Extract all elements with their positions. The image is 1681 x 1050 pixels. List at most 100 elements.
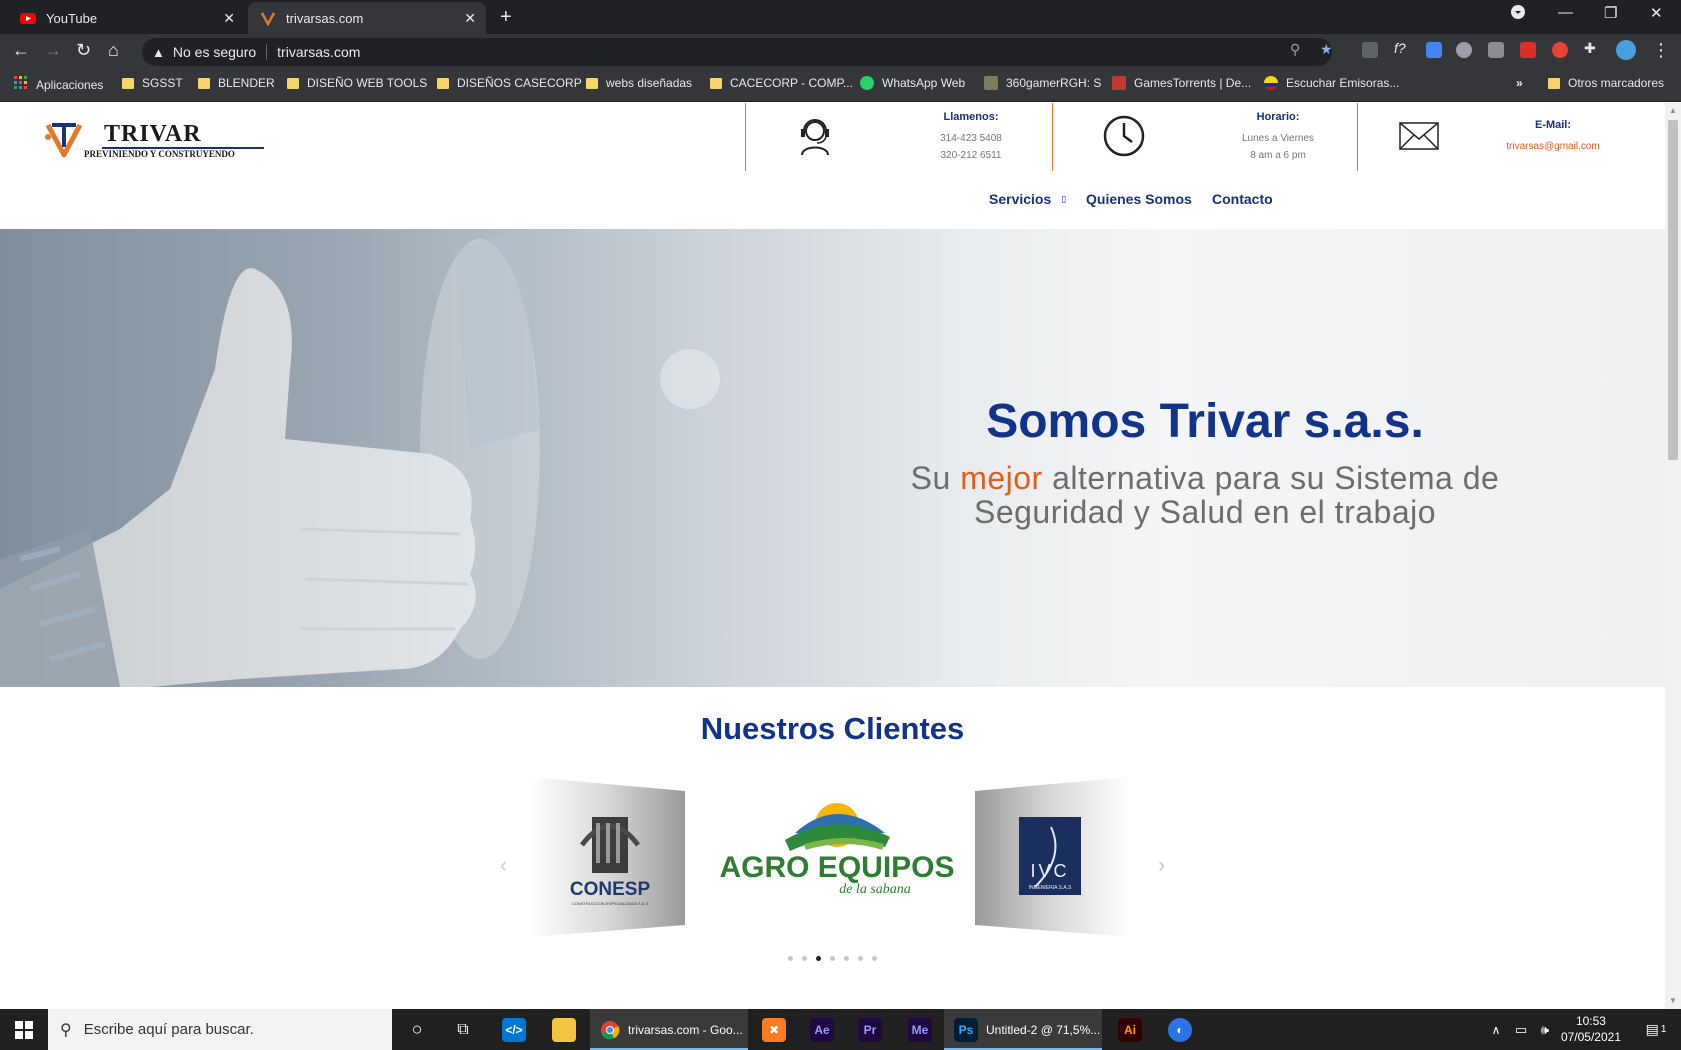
close-tab-icon[interactable]: ✕ xyxy=(223,10,235,27)
bookmark-gamestorrents[interactable]: GamesTorrents | De... xyxy=(1112,76,1251,90)
hero-subtitle: Su mejor alternativa para su Sistema de … xyxy=(910,460,1500,530)
security-status[interactable]: No es seguro xyxy=(173,44,256,60)
apps-grid-icon xyxy=(14,76,28,93)
folder-icon xyxy=(287,77,299,89)
bookmark-webs-disenadas[interactable]: webs diseñadas xyxy=(586,76,692,90)
browser-toolbar: ← → ↻ ⌂ ▲ No es seguro trivarsas.com ⚲ ★… xyxy=(0,34,1681,70)
clock-date: 07/05/2021 xyxy=(1560,1030,1621,1044)
task-view-icon[interactable]: ⧉ xyxy=(441,1009,485,1050)
extension-pen-icon[interactable] xyxy=(1362,42,1378,58)
network-icon[interactable]: ▭ xyxy=(1510,1009,1532,1050)
nav-quienes-somos[interactable]: Quienes Somos xyxy=(1086,191,1192,207)
agro-equipos-caption: de la sabana xyxy=(839,882,911,897)
bookmark-emisoras[interactable]: Escuchar Emisoras... xyxy=(1264,76,1399,90)
restore-icon[interactable]: ❐ xyxy=(1604,4,1617,22)
gear-extension-icon[interactable] xyxy=(1456,42,1472,58)
forward-icon[interactable]: → xyxy=(44,40,62,61)
more-menu-icon[interactable]: ⋮ xyxy=(1652,40,1670,61)
address-bar[interactable]: ▲ No es seguro trivarsas.com xyxy=(142,38,1332,66)
scroll-down-icon[interactable]: ▼ xyxy=(1669,996,1677,1005)
nav-contacto[interactable]: Contacto xyxy=(1212,191,1273,207)
agro-equipos-text: AGRO EQUIPOS xyxy=(719,851,954,884)
reload-icon[interactable]: ↻ xyxy=(76,40,91,61)
phone-info: Llamenos: 314-423 5408 320-212 6511 xyxy=(745,103,1052,171)
volume-icon[interactable]: 🕪 xyxy=(1534,1009,1556,1050)
cortana-icon[interactable]: ○ xyxy=(395,1009,439,1050)
font-extension-icon[interactable]: f? xyxy=(1394,40,1410,56)
tab-search-icon[interactable] xyxy=(1510,4,1526,24)
media-encoder-taskbar-icon[interactable]: Me xyxy=(896,1009,944,1050)
bookmark-blender[interactable]: BLENDER xyxy=(198,76,275,90)
phone-number-2[interactable]: 320-212 6511 xyxy=(916,147,1026,164)
client-logo-agro-equipos[interactable]: AGRO EQUIPOS de la sabana xyxy=(715,785,960,905)
photoshop-taskbar-item[interactable]: Ps Untitled-2 @ 71,5%... xyxy=(944,1009,1102,1050)
carousel-dot[interactable] xyxy=(788,956,793,961)
hand-extension-icon[interactable] xyxy=(1552,42,1568,58)
taskbar-search[interactable]: ⚲ Escribe aquí para buscar. xyxy=(48,1009,392,1050)
carousel-dot[interactable] xyxy=(858,956,863,961)
clients-title: Nuestros Clientes xyxy=(700,711,965,746)
bookmark-otros[interactable]: Otros marcadores xyxy=(1548,76,1664,90)
url-text[interactable]: trivarsas.com xyxy=(277,44,360,60)
bookmark-star-icon[interactable]: ★ xyxy=(1320,41,1333,58)
notifications-icon[interactable]: ▤ 1 xyxy=(1636,1009,1676,1050)
firefox-taskbar-icon[interactable]: ◐ xyxy=(1156,1009,1204,1050)
tab-trivarsas[interactable]: trivarsas.com ✕ xyxy=(248,2,486,34)
close-window-icon[interactable]: ✕ xyxy=(1650,4,1663,22)
client-logo-conesp[interactable]: CONESP CONSTRUCCION ESPECIALIZADA S.A.S xyxy=(530,777,685,937)
home-icon[interactable]: ⌂ xyxy=(108,40,119,61)
carousel-dot[interactable] xyxy=(802,956,807,961)
bookmark-diseno-web-tools[interactable]: DISEÑO WEB TOOLS xyxy=(287,76,427,90)
bookmark-cacecorp[interactable]: CACECORP - COMP... xyxy=(710,76,853,90)
tab-title: YouTube xyxy=(46,10,98,26)
windows-start-icon[interactable] xyxy=(0,1009,48,1050)
carousel-dot[interactable] xyxy=(830,956,835,961)
scrollbar-thumb[interactable] xyxy=(1668,120,1678,460)
close-tab-icon[interactable]: ✕ xyxy=(464,10,476,27)
logo-name: TRIVAR xyxy=(104,121,202,147)
system-clock[interactable]: 10:53 07/05/2021 xyxy=(1561,1013,1621,1045)
bookmark-overflow[interactable]: » xyxy=(1516,76,1523,90)
avatar[interactable] xyxy=(1616,40,1636,60)
vscode-taskbar-icon[interactable]: </> xyxy=(490,1009,538,1050)
extension-icon[interactable] xyxy=(1488,42,1504,58)
illustrator-taskbar-icon[interactable]: Ai xyxy=(1106,1009,1154,1050)
site-logo[interactable]: TRIVAR PREVINIENDO Y CONSTRUYENDO xyxy=(44,115,264,163)
puzzle-icon[interactable]: ✚ xyxy=(1584,40,1600,56)
email-link[interactable]: trivarsas@gmail.com xyxy=(1498,138,1608,155)
carousel-dot[interactable] xyxy=(872,956,877,961)
download-extension-icon[interactable] xyxy=(1426,42,1442,58)
chrome-taskbar-item[interactable]: trivarsas.com - Goo... xyxy=(590,1009,748,1050)
zoom-icon[interactable]: ⚲ xyxy=(1290,41,1300,58)
client-logo-ivc[interactable]: IVC INGENIERIA S.A.S xyxy=(975,777,1130,937)
page-scrollbar[interactable]: ▲ ▼ xyxy=(1665,103,1681,1009)
new-tab-icon[interactable]: + xyxy=(500,6,512,29)
red-extension-icon[interactable] xyxy=(1520,42,1536,58)
hero-highlight: mejor xyxy=(960,460,1043,496)
carousel-dot[interactable] xyxy=(844,956,849,961)
tab-youtube[interactable]: YouTube ✕ xyxy=(8,2,245,34)
carousel-next-icon[interactable]: › xyxy=(1158,852,1165,878)
bookmark-whatsapp[interactable]: WhatsApp Web xyxy=(860,76,965,90)
bookmark-disenos-casecorp[interactable]: DISEÑOS CASECORP xyxy=(437,76,582,90)
xampp-taskbar-icon[interactable]: ✖ xyxy=(750,1009,798,1050)
site-icon xyxy=(984,76,998,90)
nav-servicios[interactable]: Servicios ▯ xyxy=(989,191,1066,207)
chrome-icon xyxy=(601,1020,620,1039)
file-explorer-taskbar-icon[interactable] xyxy=(540,1009,588,1050)
carousel-dot[interactable] xyxy=(816,956,821,961)
back-icon[interactable]: ← xyxy=(12,40,30,61)
bookmark-360gamer[interactable]: 360gamerRGH: S xyxy=(984,76,1101,90)
clock-icon xyxy=(1103,115,1145,157)
phone-number-1[interactable]: 314-423 5408 xyxy=(916,130,1026,147)
hero-title: Somos Trivar s.a.s. xyxy=(986,395,1424,448)
notification-count: 1 xyxy=(1660,1024,1667,1035)
bookmark-sgsst[interactable]: SGSST xyxy=(122,76,183,90)
minimize-icon[interactable]: — xyxy=(1558,4,1573,21)
scroll-up-icon[interactable]: ▲ xyxy=(1669,106,1677,115)
tray-chevron-icon[interactable]: ∧ xyxy=(1486,1009,1506,1050)
after-effects-taskbar-icon[interactable]: Ae xyxy=(798,1009,846,1050)
carousel-prev-icon[interactable]: ‹ xyxy=(500,852,507,878)
premiere-taskbar-icon[interactable]: Pr xyxy=(846,1009,894,1050)
bookmark-apps[interactable]: Aplicaciones xyxy=(14,76,103,93)
